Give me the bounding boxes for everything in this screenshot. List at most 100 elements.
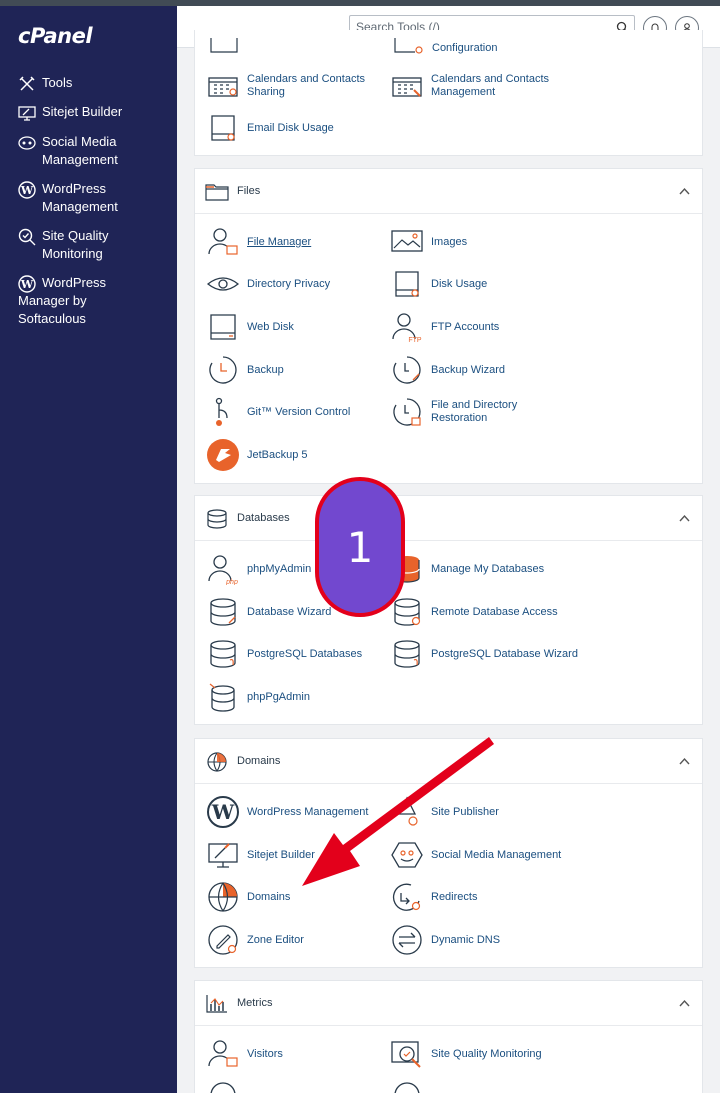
tool-label: Images — [431, 235, 468, 248]
sidebar-item-social-media-management[interactable]: Social Media Management — [0, 133, 177, 169]
tool-git-version-control[interactable]: Git™ Version Control — [207, 396, 350, 428]
file-manager-icon — [208, 228, 238, 255]
globe-icon — [207, 752, 227, 772]
tool-label: Manage My Databases — [431, 562, 545, 575]
tool-backup[interactable]: Backup — [207, 354, 284, 386]
tool-postgresql-databases[interactable]: PostgreSQL Databases — [207, 638, 362, 670]
tool-label: Calendars and Contacts Sharing — [247, 73, 366, 98]
bar-chart-icon — [206, 995, 227, 1013]
sitejet-icon — [208, 843, 238, 868]
tool-zone-editor[interactable]: Zone Editor — [207, 924, 304, 956]
remote-database-icon — [394, 598, 421, 626]
tool-label: Directory Privacy — [247, 277, 331, 290]
chevron-up-icon[interactable] — [679, 999, 690, 1007]
section-title: Metrics — [237, 997, 273, 1009]
phpmyadmin-icon: php — [208, 555, 238, 585]
tool-label: File and Directory Restoration — [431, 399, 518, 424]
section-title: Files — [237, 185, 261, 197]
tool-images[interactable]: Images — [391, 226, 467, 258]
chevron-up-icon[interactable] — [679, 187, 690, 195]
section-title: Databases — [237, 512, 290, 524]
svg-text:FTP: FTP — [408, 337, 422, 343]
sidebar: cPanel Tools Sitejet Builder Social Medi… — [0, 6, 177, 1093]
tool-domains[interactable]: Domains — [207, 881, 290, 913]
tool-label: Web Disk — [247, 320, 294, 333]
tool-visitors[interactable]: Visitors — [207, 1038, 283, 1070]
ftp-icon: FTP — [392, 313, 422, 343]
postgresql-wizard-icon — [394, 640, 420, 668]
sidebar-item-wordpress-manager-softaculous[interactable]: W WordPress Manager by Softaculous — [0, 274, 177, 328]
tool-backup-wizard[interactable]: Backup Wizard — [391, 354, 505, 386]
database-icon — [207, 509, 227, 529]
tool-wordpress-management[interactable]: W WordPress Management — [207, 796, 368, 828]
metrics-section-header[interactable]: Metrics — [195, 981, 702, 1026]
calendar-manage-icon — [392, 77, 422, 97]
tool-label: Redirects — [431, 890, 478, 903]
tool-label: Site Publisher — [431, 805, 499, 818]
configuration-icon — [394, 38, 423, 54]
sidebar-item-label: WordPress Manager by Softaculous — [18, 275, 107, 326]
wordpress-icon: W — [207, 796, 239, 828]
tool-ftp-accounts[interactable]: FTP FTP Accounts — [391, 311, 499, 343]
databases-section-header[interactable]: Databases — [195, 496, 702, 541]
database-wizard-icon — [210, 598, 236, 626]
disk-usage-icon — [211, 115, 235, 141]
databases-section: Databases php phpMyAdmin Manage My Datab… — [194, 495, 703, 725]
tool-dynamic-dns[interactable]: Dynamic DNS — [391, 924, 500, 956]
tool-label: Social Media Management — [431, 848, 562, 861]
sidebar-item-sitejet-builder[interactable]: Sitejet Builder — [0, 103, 177, 122]
tool-label: Backup Wizard — [431, 363, 505, 376]
postgresql-icon — [210, 640, 236, 668]
chevron-up-icon[interactable] — [679, 757, 690, 765]
tool-postgresql-database-wizard[interactable]: PostgreSQL Database Wizard — [391, 638, 578, 670]
tool-site-quality-monitoring[interactable]: Site Quality Monitoring — [391, 1038, 542, 1070]
tool-file-manager[interactable]: File Manager — [207, 226, 311, 258]
restoration-icon — [393, 398, 421, 426]
site-quality-icon — [391, 1041, 421, 1068]
chevron-up-icon[interactable] — [679, 514, 690, 522]
tool-file-directory-restoration[interactable]: File and Directory Restoration — [391, 396, 517, 428]
tool-email-disk-usage[interactable]: Email Disk Usage — [207, 112, 334, 144]
tool-calendars-contacts-sharing[interactable]: Calendars and Contacts Sharing — [207, 70, 365, 102]
tool-phppgadmin[interactable]: phpPgAdmin — [207, 681, 310, 713]
tool-remote-database-access[interactable]: Remote Database Access — [391, 596, 558, 628]
metrics-tool-icon — [394, 1082, 420, 1093]
metrics-section: Metrics Visitors Site Quality Monitoring — [194, 980, 703, 1093]
step-number-badge: 1 — [315, 477, 405, 617]
tool-label: Sitejet Builder — [247, 848, 315, 861]
tool-manage-my-databases[interactable]: Manage My Databases — [391, 553, 544, 585]
tool-label: Backup — [247, 363, 284, 376]
tool-disk-usage[interactable]: Disk Usage — [391, 268, 487, 300]
tool-configuration[interactable]: Configuration — [432, 42, 497, 55]
sidebar-item-site-quality-monitoring[interactable]: Site Quality Monitoring — [0, 227, 177, 263]
tool-site-publisher[interactable]: Site Publisher — [391, 796, 499, 828]
site-publisher-icon — [397, 796, 418, 826]
tool-jetbackup-5[interactable]: JetBackup 5 — [207, 439, 308, 471]
tool-redirects[interactable]: Redirects — [391, 881, 477, 913]
tool-label: PostgreSQL Database Wizard — [431, 647, 578, 660]
sidebar-item-tools[interactable]: Tools — [0, 74, 177, 93]
tool-web-disk[interactable]: Web Disk — [207, 311, 294, 343]
web-disk-icon — [210, 314, 236, 340]
disk-usage-icon — [395, 271, 419, 297]
tools-icon — [19, 76, 35, 91]
calendar-share-icon — [208, 77, 238, 97]
tool-calendars-contacts-management[interactable]: Calendars and Contacts Management — [391, 70, 549, 102]
social-media-icon — [18, 136, 36, 150]
metrics-tool-icon — [210, 1082, 236, 1093]
backup-wizard-icon — [393, 356, 421, 384]
sidebar-item-wordpress-management[interactable]: W WordPress Management — [0, 180, 177, 216]
tool-directory-privacy[interactable]: Directory Privacy — [207, 268, 330, 300]
tool-sitejet-builder[interactable]: Sitejet Builder — [207, 839, 315, 871]
tool-database-wizard[interactable]: Database Wizard — [207, 596, 331, 628]
tool-phpmyadmin[interactable]: php phpMyAdmin — [207, 553, 311, 585]
domains-section-header[interactable]: Domains — [195, 739, 702, 784]
tool-label: Disk Usage — [431, 277, 488, 290]
domains-section: Domains W WordPress Management Site Publ… — [194, 738, 703, 968]
tool-social-media-management[interactable]: Social Media Management — [391, 839, 561, 871]
tool-label: Database Wizard — [247, 605, 332, 618]
redirect-icon — [392, 883, 421, 911]
files-section-header[interactable]: Files — [195, 169, 702, 214]
svg-text:php: php — [225, 579, 238, 585]
cpanel-logo[interactable]: cPanel — [18, 24, 93, 48]
